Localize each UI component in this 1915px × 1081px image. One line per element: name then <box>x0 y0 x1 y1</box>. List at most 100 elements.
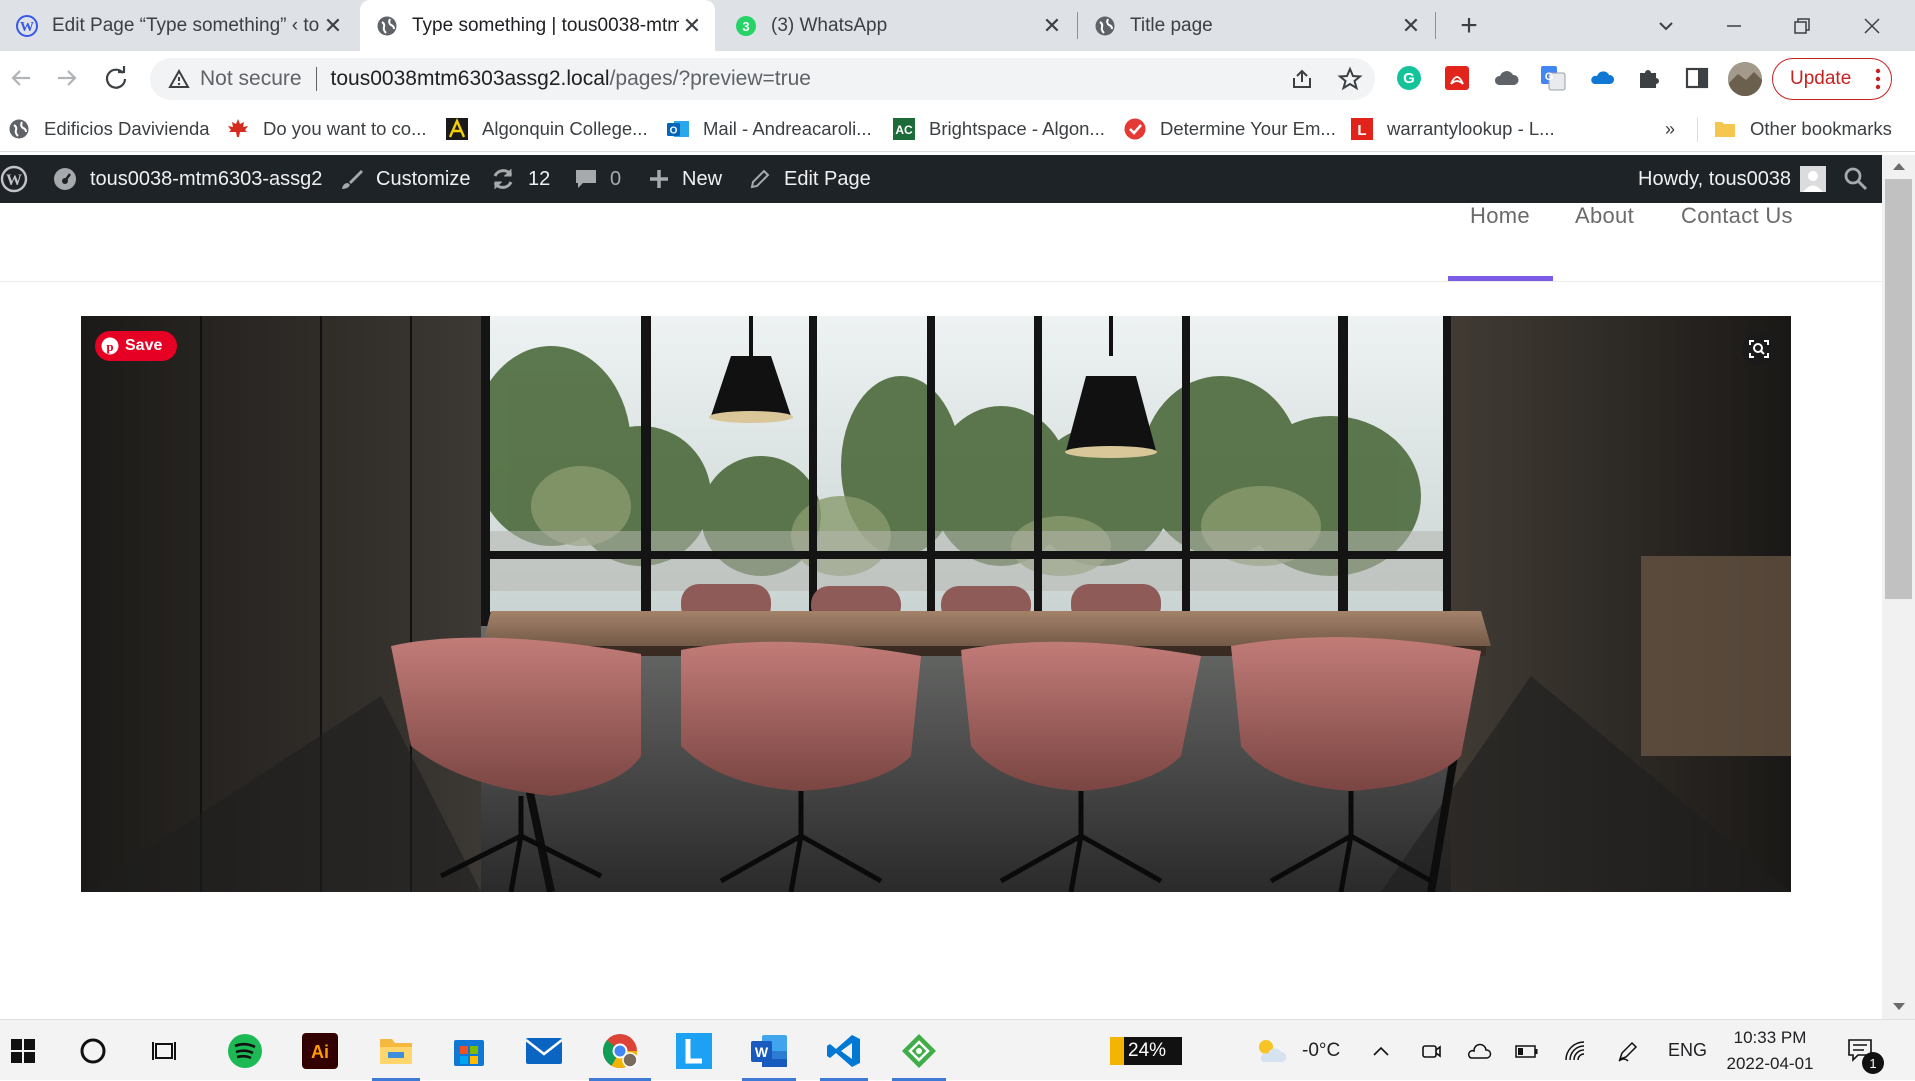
close-icon[interactable]: ✕ <box>320 13 346 39</box>
notification-center[interactable]: 1 <box>1846 1020 1884 1081</box>
close-icon[interactable]: ✕ <box>1398 13 1424 39</box>
scrollbar-thumb[interactable] <box>1885 179 1912 599</box>
back-icon[interactable] <box>6 63 36 93</box>
extensions-puzzle-icon[interactable] <box>1636 65 1662 91</box>
bookmark-algonquin[interactable]: Algonquin College... <box>446 114 648 144</box>
admin-new[interactable]: New <box>648 155 722 203</box>
bookmark-edificios[interactable]: Edificios Davivienda <box>8 114 210 144</box>
globe-icon <box>8 118 30 140</box>
admin-edit-page[interactable]: Edit Page <box>748 155 871 203</box>
weather-widget[interactable]: -0°C <box>1254 1020 1340 1081</box>
bookmark-do-you-want[interactable]: Do you want to co... <box>227 114 427 144</box>
pinterest-icon: p <box>101 337 119 355</box>
cloud-icon[interactable] <box>1492 65 1520 91</box>
tab-divider <box>1435 12 1436 39</box>
nav-contact-us[interactable]: Contact Us <box>1681 203 1793 229</box>
admin-updates[interactable]: 12 <box>490 155 550 203</box>
bookmark-brightspace[interactable]: AC Brightspace - Algon... <box>893 114 1105 144</box>
search-circle-icon[interactable] <box>70 1020 116 1081</box>
spotify-icon[interactable] <box>220 1020 270 1081</box>
howdy-label: Howdy, tous0038 <box>1638 167 1792 190</box>
updates-count: 12 <box>528 167 551 190</box>
tab-title-page[interactable]: Title page ✕ <box>1078 0 1434 51</box>
illustrator-icon[interactable]: Ai <box>295 1020 345 1081</box>
update-label: Update <box>1790 68 1852 89</box>
battery-widget[interactable]: 24% <box>1110 1037 1182 1065</box>
windows-start-icon[interactable] <box>0 1020 46 1081</box>
search-icon <box>1843 166 1869 192</box>
bookmark-determine[interactable]: Determine Your Em... <box>1124 114 1336 144</box>
admin-search[interactable] <box>1843 155 1869 203</box>
file-explorer-icon[interactable] <box>368 1020 424 1081</box>
pen-icon[interactable] <box>1616 1020 1640 1081</box>
tab-title: (3) WhatsApp <box>771 14 888 36</box>
admin-howdy[interactable]: Howdy, tous0038 <box>1638 155 1827 203</box>
battery-fill <box>1110 1037 1124 1065</box>
notification-badge: 1 <box>1862 1052 1884 1074</box>
show-hidden-icons-chevron-icon[interactable] <box>1370 1020 1392 1081</box>
avatar <box>1800 166 1827 192</box>
task-view-icon[interactable] <box>142 1020 188 1081</box>
tab-whatsapp[interactable]: 3 (3) WhatsApp ✕ <box>719 0 1075 51</box>
restore-icon[interactable] <box>1786 10 1818 42</box>
admin-customize[interactable]: Customize <box>340 155 470 203</box>
chrome-icon[interactable] <box>585 1020 655 1081</box>
admin-site-name[interactable]: tous0038-mtm6303-assg2 <box>52 155 322 203</box>
clock[interactable]: 10:33 PM 2022-04-01 <box>1720 1020 1820 1081</box>
url-path: /pages/?preview=true <box>609 67 811 90</box>
scroll-up-icon[interactable] <box>1892 161 1906 171</box>
wp-logo-button[interactable]: W <box>0 155 28 203</box>
address-bar[interactable]: Not secure tous0038mtm6303assg2.local/pa… <box>150 58 1375 100</box>
kebab-menu-icon[interactable] <box>1875 67 1881 91</box>
onedrive-tray-icon[interactable] <box>1466 1020 1492 1081</box>
close-icon[interactable]: ✕ <box>1039 13 1065 39</box>
other-bookmarks[interactable]: Other bookmarks <box>1714 114 1892 144</box>
tab-edit-page[interactable]: W Edit Page “Type something” ‹ tou ✕ <box>0 0 356 51</box>
bookmarks-overflow-button[interactable]: » <box>1665 114 1675 144</box>
tab-type-something[interactable]: Type something | tous0038-mtm ✕ <box>360 0 715 51</box>
bookmark-warranty[interactable]: L warrantylookup - L... <box>1351 114 1555 144</box>
tab-search-chevron-icon[interactable] <box>1650 10 1682 42</box>
grammarly-icon[interactable]: G <box>1396 65 1422 91</box>
forward-icon[interactable] <box>52 63 82 93</box>
page-scrollbar[interactable] <box>1882 155 1915 1019</box>
visual-search-icon[interactable] <box>1742 332 1776 366</box>
side-panel-icon[interactable] <box>1684 65 1710 91</box>
svg-text:p: p <box>106 339 113 354</box>
microsoft-store-icon[interactable] <box>444 1020 494 1081</box>
nav-home[interactable]: Home <box>1470 203 1530 229</box>
bookmark-star-icon[interactable] <box>1337 66 1363 92</box>
security-label[interactable]: Not secure <box>200 67 302 91</box>
wordpress-icon: W <box>16 14 38 37</box>
battery-icon[interactable] <box>1514 1020 1540 1081</box>
adobe-acrobat-icon[interactable] <box>1444 65 1470 91</box>
close-icon[interactable]: ✕ <box>679 13 705 39</box>
share-icon[interactable] <box>1290 67 1314 91</box>
admin-comments[interactable]: 0 <box>574 155 621 203</box>
lens-icon[interactable] <box>668 1020 720 1081</box>
reload-icon[interactable] <box>101 63 131 93</box>
vscode-icon[interactable] <box>816 1020 872 1081</box>
wifi-icon[interactable] <box>1564 1020 1588 1081</box>
window-close-icon[interactable] <box>1856 10 1888 42</box>
profile-avatar[interactable] <box>1728 62 1762 96</box>
word-icon[interactable]: W <box>738 1020 800 1081</box>
sourcetree-icon[interactable] <box>888 1020 950 1081</box>
clock-time: 10:33 PM <box>1733 1027 1807 1047</box>
bookmark-mail[interactable]: O Mail - Andreacaroli... <box>667 114 872 144</box>
scroll-down-icon[interactable] <box>1892 1002 1906 1012</box>
weather-temp: -0°C <box>1302 1039 1341 1061</box>
bookmark-label: Algonquin College... <box>482 118 648 139</box>
pinterest-save-button[interactable]: p Save <box>95 331 177 361</box>
google-translate-icon[interactable]: G <box>1540 65 1566 91</box>
language-indicator[interactable]: ENG <box>1668 1020 1707 1081</box>
warning-icon[interactable] <box>168 69 190 89</box>
nav-about[interactable]: About <box>1575 203 1634 229</box>
minimize-icon[interactable] <box>1718 10 1750 42</box>
new-tab-icon[interactable]: + <box>1453 9 1485 42</box>
update-button[interactable]: Update <box>1772 58 1892 100</box>
svg-text:W: W <box>20 20 34 35</box>
meet-now-icon[interactable] <box>1420 1020 1442 1081</box>
mail-icon[interactable] <box>518 1020 570 1081</box>
onedrive-icon[interactable] <box>1588 65 1616 91</box>
